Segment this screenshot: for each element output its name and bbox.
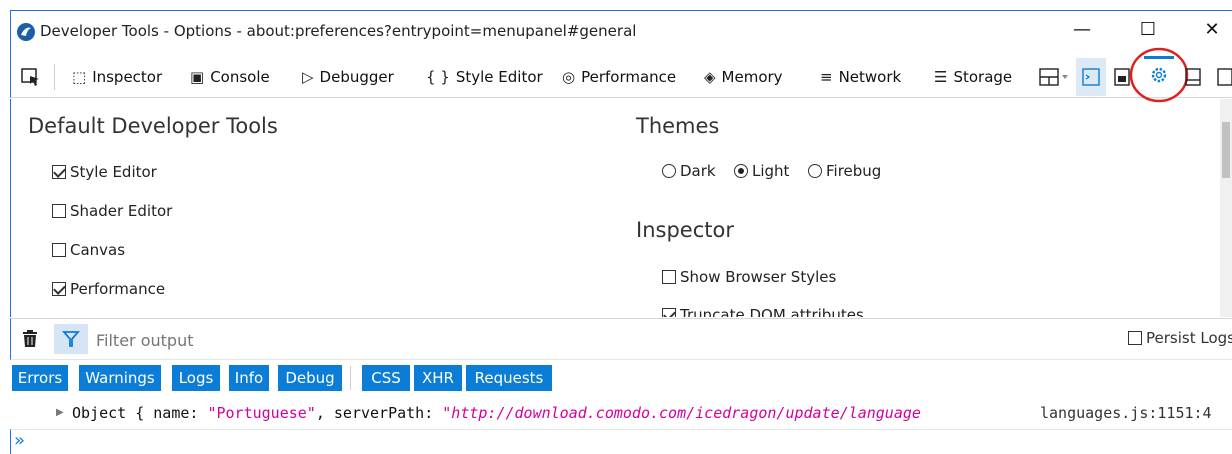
- filter-output-input[interactable]: [94, 327, 458, 353]
- option-label: Performance: [70, 280, 166, 298]
- tab-storage[interactable]: ☰ Storage: [934, 66, 1012, 88]
- storage-icon: ☰: [934, 68, 948, 86]
- log-mid: , serverPath:: [315, 404, 443, 422]
- console-icon: ▣: [190, 68, 205, 86]
- checkbox[interactable]: [52, 204, 66, 218]
- tab-console[interactable]: ▣ Console: [190, 66, 270, 88]
- filter-requests-button[interactable]: Requests: [466, 365, 552, 391]
- maximize-button[interactable]: ☐: [1128, 15, 1168, 45]
- split-console-icon: [1082, 68, 1100, 86]
- option-label: Shader Editor: [70, 202, 173, 220]
- filter-xhr-button[interactable]: XHR: [414, 365, 462, 391]
- split-console-button[interactable]: [1076, 58, 1106, 96]
- tab-network[interactable]: ≡ Network: [820, 66, 901, 88]
- highlight-circle: [1129, 47, 1189, 103]
- element-picker-icon[interactable]: [20, 66, 42, 88]
- filter-separator: [350, 366, 351, 390]
- filter-toggle-button[interactable]: [54, 324, 88, 354]
- expand-object-icon[interactable]: ▶: [56, 407, 64, 418]
- log-name-value: "Portuguese": [207, 404, 316, 422]
- tab-memory[interactable]: ◈ Memory: [704, 66, 783, 88]
- filter-logs-button[interactable]: Logs: [172, 365, 220, 391]
- tab-debugger[interactable]: ▷ Debugger: [302, 66, 394, 88]
- window-title: Developer Tools - Options - about:prefer…: [40, 22, 637, 40]
- tab-label: Inspector: [92, 68, 163, 86]
- toolbar-separator: [54, 64, 55, 90]
- tab-label: Debugger: [319, 68, 394, 86]
- persist-logs-checkbox[interactable]: Persist Logs: [1128, 329, 1232, 347]
- option-canvas[interactable]: Canvas: [52, 241, 125, 259]
- filter-funnel-icon: [62, 331, 80, 347]
- option-label: Show Browser Styles: [680, 268, 837, 286]
- memory-icon: ◈: [704, 68, 716, 86]
- theme-dark-radio[interactable]: Dark: [662, 162, 716, 180]
- option-truncate-dom[interactable]: Truncate DOM attributes: [662, 306, 864, 317]
- radio-label: Dark: [680, 162, 716, 180]
- option-label: Canvas: [70, 241, 126, 259]
- radio[interactable]: [808, 164, 822, 178]
- debugger-icon: ▷: [302, 68, 314, 86]
- filter-warnings-button[interactable]: Warnings: [79, 365, 161, 391]
- tab-label: Style Editor: [455, 68, 543, 86]
- console-prompt-icon: »: [14, 430, 26, 451]
- checkbox[interactable]: [1128, 331, 1142, 345]
- option-show-browser-styles[interactable]: Show Browser Styles: [662, 268, 836, 286]
- checkbox[interactable]: [662, 270, 676, 284]
- radio[interactable]: [734, 164, 748, 178]
- minimize-button[interactable]: —: [1062, 15, 1102, 45]
- undock-window-icon[interactable]: [1214, 66, 1232, 88]
- checkbox[interactable]: [662, 308, 676, 317]
- option-truncate-dom-clip: Truncate DOM attributes: [662, 306, 962, 317]
- browser-logo-icon: [17, 23, 35, 41]
- theme-firebug-radio[interactable]: Firebug: [808, 162, 881, 180]
- inspector-icon: ⬚: [72, 68, 87, 86]
- radio[interactable]: [662, 164, 676, 178]
- performance-icon: ◎: [562, 68, 576, 86]
- radio-label: Light: [752, 162, 790, 180]
- default-tools-heading: Default Developer Tools: [28, 114, 278, 138]
- option-label: Truncate DOM attributes: [680, 306, 864, 317]
- filter-errors-button[interactable]: Errors: [12, 365, 68, 391]
- console-input-row[interactable]: [10, 429, 1232, 454]
- tab-label: Performance: [581, 68, 677, 86]
- option-label: Style Editor: [70, 163, 157, 181]
- log-prefix: Object { name:: [72, 404, 208, 422]
- close-button[interactable]: ✕: [1192, 15, 1232, 45]
- tab-label: Storage: [953, 68, 1013, 86]
- theme-light-radio[interactable]: Light: [734, 162, 789, 180]
- tab-performance[interactable]: ◎ Performance: [562, 66, 676, 88]
- tab-label: Network: [838, 68, 902, 86]
- tab-label: Console: [210, 68, 270, 86]
- log-source-link[interactable]: languages.js:1151:4: [1040, 404, 1212, 422]
- persist-logs-label: Persist Logs: [1146, 329, 1232, 347]
- more-tools-dropdown-icon[interactable]: [1038, 66, 1072, 88]
- clear-console-trash-icon[interactable]: [20, 328, 40, 350]
- log-path-value[interactable]: "http://download.comodo.com/icedragon/up…: [442, 404, 921, 422]
- checkbox[interactable]: [52, 165, 66, 179]
- filter-info-button[interactable]: Info: [229, 365, 269, 391]
- filter-debug-button[interactable]: Debug: [278, 365, 342, 391]
- console-log-message: Object { name: "Portuguese", serverPath:…: [72, 404, 921, 422]
- options-scrollbar-thumb[interactable]: [1222, 122, 1230, 178]
- dock-side-icon[interactable]: [1182, 66, 1204, 88]
- checkbox[interactable]: [52, 243, 66, 257]
- option-shader-editor[interactable]: Shader Editor: [52, 202, 172, 220]
- network-icon: ≡: [820, 68, 833, 86]
- inspector-heading: Inspector: [636, 218, 734, 242]
- checkbox[interactable]: [52, 282, 66, 296]
- tab-label: Memory: [721, 68, 783, 86]
- style-editor-icon: { }: [426, 68, 450, 86]
- option-performance[interactable]: Performance: [52, 280, 165, 298]
- option-style-editor[interactable]: Style Editor: [52, 163, 157, 181]
- tab-inspector[interactable]: ⬚ Inspector: [72, 66, 162, 88]
- filter-css-button[interactable]: CSS: [362, 365, 410, 391]
- radio-label: Firebug: [826, 162, 882, 180]
- tab-style-editor[interactable]: { } Style Editor: [426, 66, 543, 88]
- themes-heading: Themes: [636, 114, 720, 138]
